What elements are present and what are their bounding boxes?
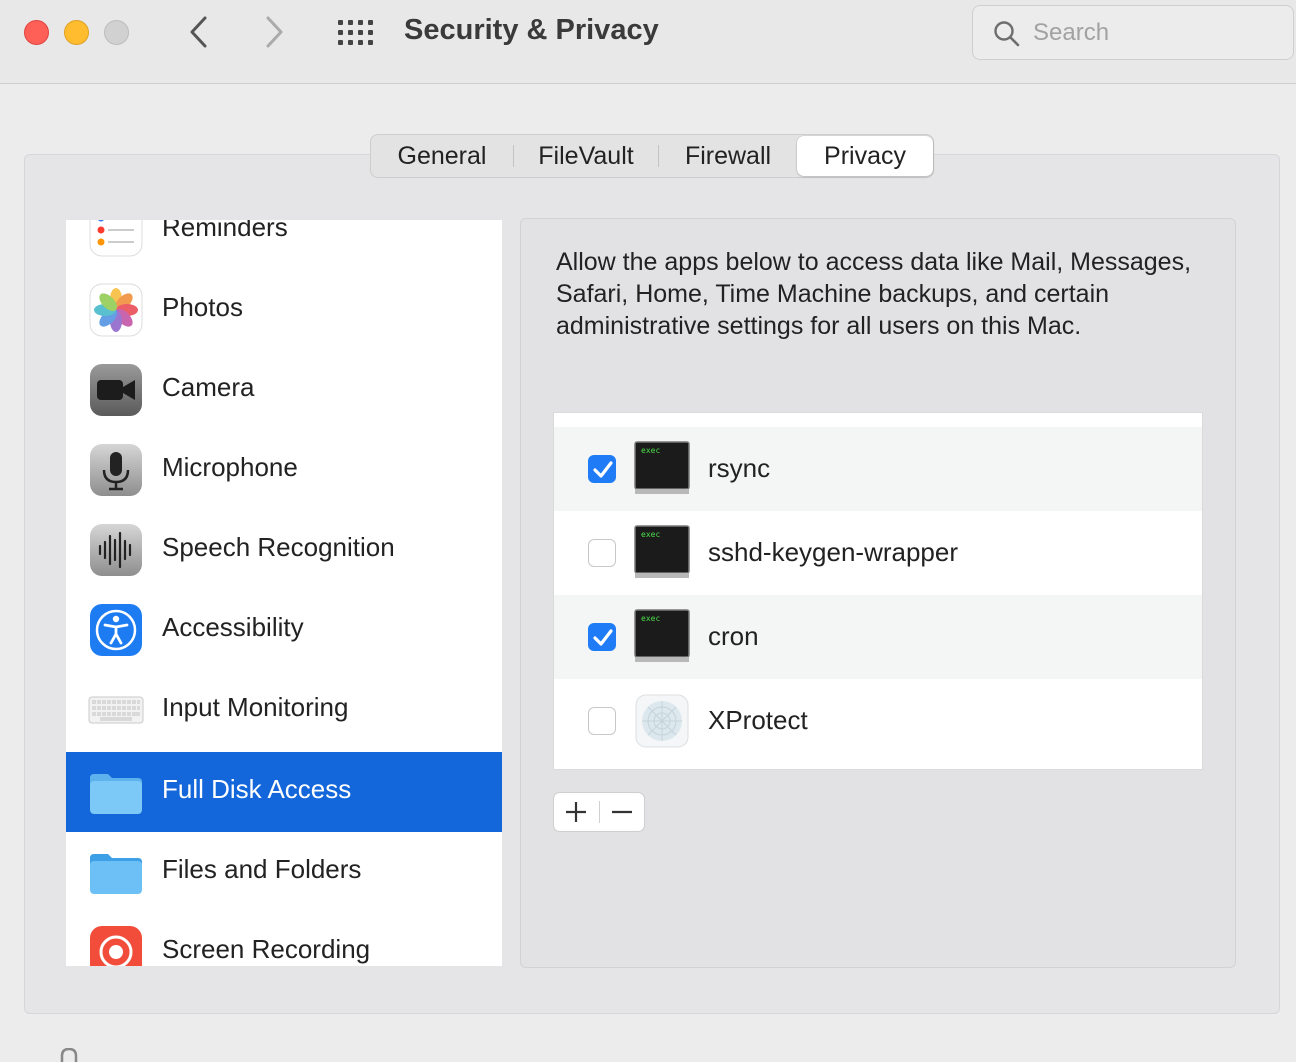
tab-label: Firewall (684, 141, 772, 170)
sidebar-item-label: Full Disk Access (162, 774, 352, 804)
app-name: sshd-keygen-wrapper (708, 537, 959, 567)
sidebar-item-label: Files and Folders (162, 854, 362, 884)
app-checkbox-rsync[interactable] (588, 455, 616, 483)
camera-icon (90, 364, 142, 416)
sidebar-item-label: Microphone (162, 452, 298, 482)
lock-button[interactable] (56, 1047, 82, 1062)
sidebar-item-label: Input Monitoring (162, 692, 349, 722)
privacy-description: Allow the apps below to access data like… (556, 248, 1192, 340)
grid-icon (338, 20, 373, 45)
xprotect-icon (635, 694, 689, 748)
photos-icon (89, 283, 143, 337)
app-name: XProtect (708, 705, 808, 735)
zoom-window-button[interactable] (104, 20, 129, 45)
app-checkbox-xprotect[interactable] (588, 707, 616, 735)
microphone-icon (90, 444, 142, 496)
app-row-rsync[interactable]: exec rsync (554, 427, 1202, 511)
sidebar-item-label: Camera (162, 372, 255, 402)
sidebar-item-input-monitoring[interactable]: Input Monitoring (66, 670, 502, 750)
exec-icon-label: exec (641, 446, 660, 455)
lock-icon (60, 1047, 78, 1062)
minus-icon (611, 810, 632, 814)
reminders-icon (89, 220, 143, 257)
exec-icon: exec (634, 525, 690, 578)
back-button[interactable] (182, 14, 218, 50)
minimize-window-button[interactable] (64, 20, 89, 45)
exec-icon: exec (634, 441, 690, 494)
tab-firewall[interactable]: Firewall (659, 136, 797, 176)
chevron-right-icon (266, 16, 283, 48)
checkmark-icon (593, 461, 613, 478)
add-app-button[interactable] (554, 793, 599, 831)
app-row-xprotect[interactable]: XProtect (554, 679, 1202, 763)
show-all-button[interactable] (336, 18, 376, 48)
sidebar-item-label: Speech Recognition (162, 532, 395, 562)
forward-button[interactable] (256, 14, 292, 50)
close-window-button[interactable] (24, 20, 49, 45)
search-icon (994, 21, 1020, 47)
sidebar-item-photos[interactable]: Photos (66, 270, 502, 350)
title-bar: Security & Privacy (0, 0, 1296, 84)
add-remove-control (553, 792, 645, 832)
tab-privacy[interactable]: Privacy (797, 136, 933, 176)
sidebar-item-label: Accessibility (162, 612, 304, 642)
keyboard-icon (88, 696, 144, 724)
exec-icon: exec (634, 609, 690, 662)
sidebar-item-microphone[interactable]: Microphone (66, 430, 502, 510)
speech-recognition-icon (90, 524, 142, 576)
screen-recording-icon (90, 926, 142, 966)
app-name: rsync (708, 453, 771, 483)
sidebar-item-label: Photos (162, 292, 243, 322)
sidebar-item-accessibility[interactable]: Accessibility (66, 590, 502, 670)
sidebar-item-speech-recognition[interactable]: Speech Recognition (66, 510, 502, 590)
window-title: Security & Privacy (404, 14, 659, 46)
tab-label: FileVault (538, 141, 634, 170)
tab-filevault[interactable]: FileVault (514, 136, 658, 176)
remove-app-button[interactable] (599, 793, 644, 831)
tab-general[interactable]: General (371, 136, 513, 176)
tab-label: Privacy (824, 141, 906, 170)
sidebar-item-reminders[interactable]: Reminders (66, 220, 502, 270)
app-checkbox-cron[interactable] (588, 623, 616, 651)
sidebar-item-full-disk-access[interactable]: Full Disk Access (66, 752, 502, 832)
search-field[interactable] (972, 5, 1294, 60)
sidebar-item-files-and-folders[interactable]: Files and Folders (66, 832, 502, 912)
chevron-left-icon (190, 16, 207, 48)
privacy-category-list[interactable]: Reminders Photos Camera Microphone Speec… (66, 220, 502, 966)
sidebar-item-camera[interactable]: Camera (66, 350, 502, 430)
app-name: cron (708, 621, 759, 651)
checkmark-icon (593, 629, 613, 646)
tab-bar: General FileVault Firewall Privacy (370, 134, 934, 178)
app-row-sshd-keygen-wrapper[interactable]: exec sshd-keygen-wrapper (554, 511, 1202, 595)
exec-icon-label: exec (641, 530, 660, 539)
folder-icon (90, 774, 142, 814)
search-input[interactable] (1033, 16, 1283, 50)
app-row-cron[interactable]: exec cron (554, 595, 1202, 679)
sidebar-item-label: Screen Recording (162, 934, 371, 964)
app-list[interactable]: exec rsync exec sshd-keygen-wrapper exec… (553, 412, 1203, 770)
accessibility-icon (90, 604, 142, 656)
sidebar-item-screen-recording[interactable]: Screen Recording (66, 912, 502, 966)
tab-label: General (397, 141, 487, 170)
sidebar-item-label: Reminders (162, 220, 288, 242)
app-checkbox-sshd-keygen-wrapper[interactable] (588, 539, 616, 567)
folder-icon (90, 854, 142, 894)
plus-icon (566, 802, 587, 822)
exec-icon-label: exec (641, 614, 660, 623)
